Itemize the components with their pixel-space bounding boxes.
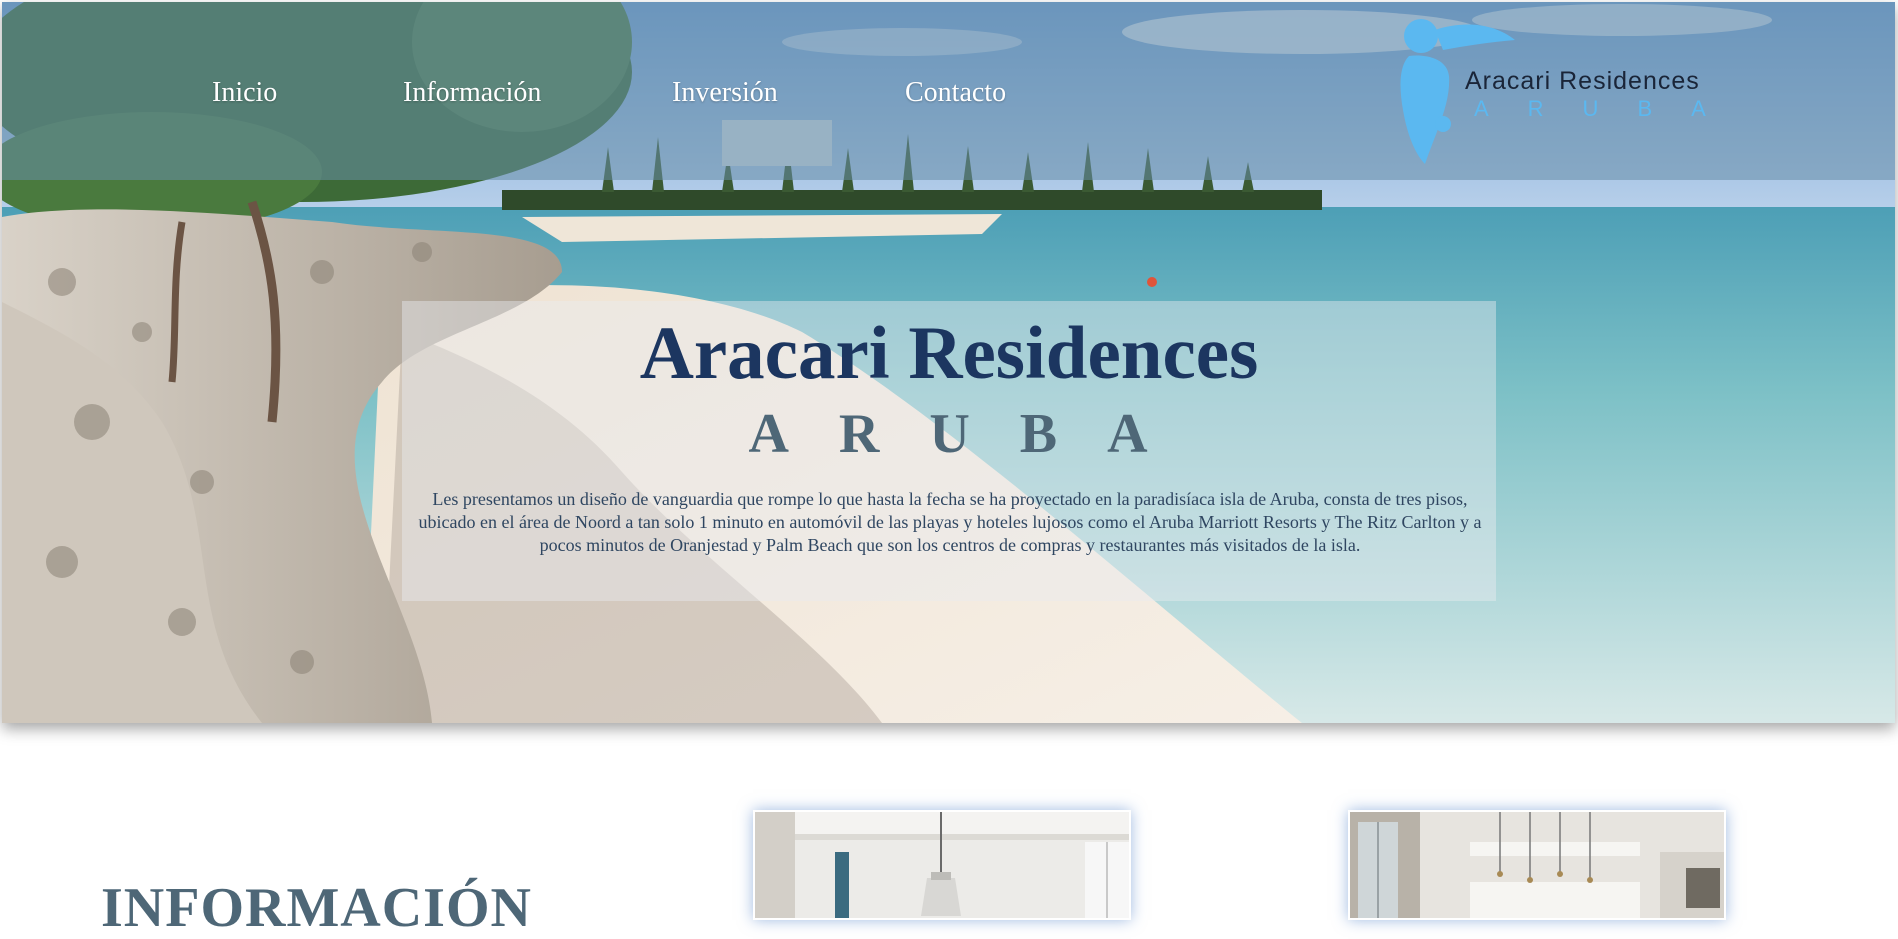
hero-description: Les presentamos un diseño de vanguardia … — [418, 489, 1482, 555]
section-title-informacion: INFORMACIÓN — [101, 877, 532, 939]
nav-link-informacion[interactable]: Información — [403, 76, 541, 110]
hero-title: Aracari Residences — [639, 312, 1259, 395]
interior-photo-living — [1348, 810, 1726, 920]
site-logo[interactable]: Aracari Residences ARUBA — [1385, 14, 1735, 174]
logo-name: Aracari Residences — [1465, 67, 1700, 95]
logo-subtitle: ARUBA — [1474, 96, 1745, 121]
hero-subtitle: ARUBA — [748, 403, 1198, 465]
nav-link-contacto[interactable]: Contacto — [905, 76, 1006, 110]
nav-link-inversion[interactable]: Inversión — [672, 76, 778, 110]
nav-link-inicio[interactable]: Inicio — [212, 76, 277, 110]
interior-photo-kitchen — [753, 810, 1131, 920]
hero-banner: Inicio Información Inversión Contacto Ar… — [2, 2, 1895, 723]
